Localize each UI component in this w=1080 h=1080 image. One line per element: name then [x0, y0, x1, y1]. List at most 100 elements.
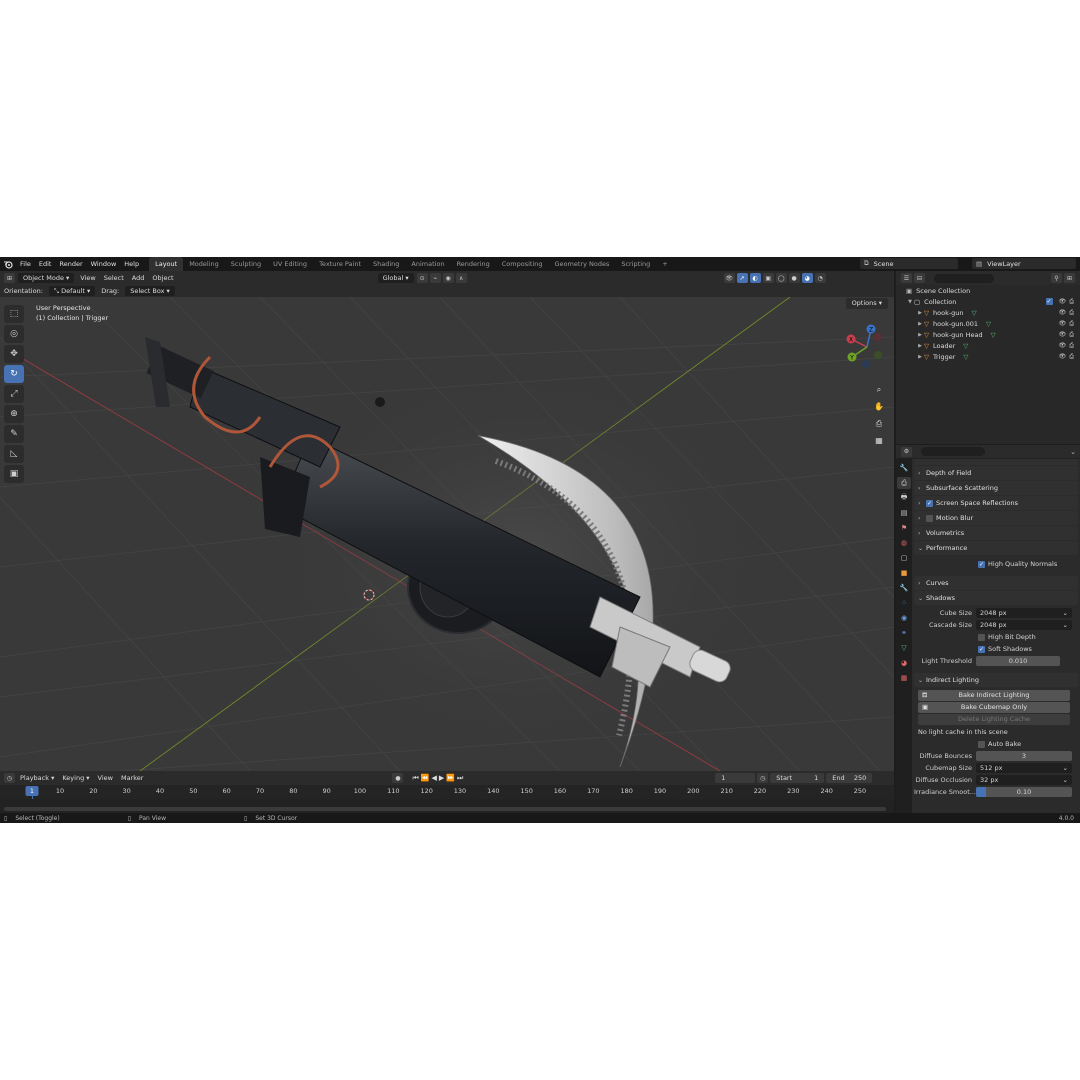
- eye-icon[interactable]: 👁: [1059, 309, 1067, 317]
- eye-icon[interactable]: 👁: [1059, 342, 1067, 350]
- properties-collapse-icon[interactable]: ⌄: [1070, 448, 1076, 456]
- menu-render[interactable]: Render: [55, 257, 86, 271]
- indirect-lighting-panel-header[interactable]: ⌄ Indirect Lighting: [914, 673, 1078, 687]
- menu-file[interactable]: File: [16, 257, 35, 271]
- blender-logo-icon[interactable]: [0, 257, 16, 271]
- menu-select[interactable]: Select: [100, 272, 128, 284]
- properties-search-input[interactable]: [921, 447, 985, 456]
- tool-tab-icon[interactable]: 🔧: [897, 462, 911, 474]
- expand-caret-icon[interactable]: ▶: [916, 321, 924, 327]
- high-quality-normals-row[interactable]: ✓ High Quality Normals: [914, 556, 1078, 572]
- menu-marker[interactable]: Marker: [117, 772, 147, 784]
- material-shading-icon[interactable]: ◕: [801, 273, 813, 283]
- eye-icon[interactable]: 👁: [1059, 353, 1067, 361]
- particles-tab-icon[interactable]: ⁘: [897, 597, 911, 609]
- mesh-data-icon[interactable]: ▽: [963, 342, 968, 350]
- light-threshold-field[interactable]: 0.010: [976, 656, 1060, 666]
- menu-help[interactable]: Help: [120, 257, 143, 271]
- property-panel-header[interactable]: › Subsurface Scattering: [914, 481, 1078, 495]
- snap-icon[interactable]: ⌁: [429, 273, 441, 283]
- menu-playback[interactable]: Playback ▾: [16, 772, 58, 784]
- add-cube-tool[interactable]: ▣: [4, 465, 24, 483]
- menu-add[interactable]: Add: [128, 272, 149, 284]
- collection-caret-icon[interactable]: ▼: [906, 299, 914, 305]
- expand-caret-icon[interactable]: ▶: [916, 310, 924, 316]
- tab-scripting[interactable]: Scripting: [615, 257, 656, 271]
- transform-orientation-dropdown[interactable]: Global ▾: [377, 273, 414, 283]
- orientation-dropdown[interactable]: ⤡ Default ▾: [48, 286, 96, 296]
- cubemap-size-dropdown[interactable]: 512 px ⌄: [976, 763, 1072, 773]
- move-tool[interactable]: ✥: [4, 345, 24, 363]
- falloff-icon[interactable]: ∧: [455, 273, 467, 283]
- constraints-tab-icon[interactable]: ⚭: [897, 627, 911, 639]
- menu-keying[interactable]: Keying ▾: [58, 772, 93, 784]
- outliner-object-row[interactable]: ▶ ▽ Loader ▽ 👁 ⎙: [896, 340, 1080, 351]
- menu-view[interactable]: View: [76, 272, 99, 284]
- property-panel-header[interactable]: › Motion Blur: [914, 511, 1078, 525]
- gizmo-icon[interactable]: ↗: [736, 273, 748, 283]
- editor-type-icon[interactable]: ⊞: [4, 273, 15, 283]
- diffuse-bounces-field[interactable]: 3: [976, 751, 1072, 761]
- scene-selector[interactable]: ⧉ Scene: [860, 258, 958, 269]
- menu-window[interactable]: Window: [87, 257, 121, 271]
- axis-gizmo[interactable]: X Y Z: [840, 317, 890, 377]
- mesh-data-icon[interactable]: ▽: [963, 353, 968, 361]
- timeline-ruler[interactable]: 1 10 20 30 40 50 60 70 80 90 100 110 120 130 140 150 16…: [0, 785, 894, 816]
- visibility-icon[interactable]: 👁: [723, 273, 735, 283]
- tab-shading[interactable]: Shading: [367, 257, 405, 271]
- timeline-scrollbar[interactable]: [4, 807, 886, 811]
- modifier-tab-icon[interactable]: 🔧: [897, 582, 911, 594]
- outliner-search-input[interactable]: [934, 273, 994, 283]
- solid-shading-icon[interactable]: ●: [788, 273, 800, 283]
- eye-icon[interactable]: 👁: [1059, 298, 1067, 306]
- material-tab-icon[interactable]: ◕: [897, 657, 911, 669]
- render-camera-icon[interactable]: ⎙: [1069, 342, 1074, 350]
- eye-icon[interactable]: 👁: [1059, 331, 1067, 339]
- auto-bake-checkbox[interactable]: [978, 740, 985, 748]
- render-tab-icon[interactable]: ⎙: [897, 477, 911, 489]
- high-bit-depth-row[interactable]: High Bit Depth: [914, 631, 1078, 643]
- tab-modeling[interactable]: Modeling: [183, 257, 225, 271]
- diffuse-occlusion-dropdown[interactable]: 32 px ⌄: [976, 775, 1072, 785]
- wireframe-shading-icon[interactable]: ◯: [775, 273, 787, 283]
- mode-dropdown[interactable]: Object Mode ▾: [18, 273, 75, 283]
- shadows-panel-header[interactable]: ⌄ Shadows: [914, 591, 1078, 605]
- tab-uv-editing[interactable]: UV Editing: [267, 257, 313, 271]
- render-camera-icon[interactable]: ⎙: [1069, 320, 1074, 328]
- tab-compositing[interactable]: Compositing: [496, 257, 549, 271]
- properties-editor-icon[interactable]: ⚙: [901, 446, 912, 457]
- drag-dropdown[interactable]: Select Box ▾: [125, 286, 175, 296]
- xray-icon[interactable]: ▣: [762, 273, 774, 283]
- outliner-object-row[interactable]: ▶ ▽ hook-gun Head ▽ 👁 ⎙: [896, 329, 1080, 340]
- tab-sculpting[interactable]: Sculpting: [225, 257, 267, 271]
- 3d-viewport[interactable]: User Perspective (1) Collection | Trigge…: [0, 297, 894, 771]
- high-quality-normals-checkbox[interactable]: ✓: [978, 560, 985, 568]
- menu-timeline-view[interactable]: View: [94, 772, 117, 784]
- texture-tab-icon[interactable]: ▦: [897, 672, 911, 684]
- record-icon[interactable]: ●: [392, 773, 404, 783]
- scale-tool[interactable]: ⤢: [4, 385, 24, 403]
- zoom-icon[interactable]: ⌕: [872, 381, 886, 398]
- collection-tab-icon[interactable]: ▢: [897, 552, 911, 564]
- view-layer-tab-icon[interactable]: ▤: [897, 507, 911, 519]
- outliner-object-row[interactable]: ▶ ▽ hook-gun ▽ 👁 ⎙: [896, 307, 1080, 318]
- eye-icon[interactable]: 👁: [1059, 320, 1067, 328]
- proportional-edit-icon[interactable]: ◉: [442, 273, 454, 283]
- timeline-editor-icon[interactable]: ◷: [4, 773, 15, 783]
- end-frame-field[interactable]: End 250: [826, 773, 873, 783]
- add-workspace-button[interactable]: +: [656, 257, 673, 271]
- mesh-data-icon[interactable]: ▽: [986, 320, 991, 328]
- soft-shadows-row[interactable]: ✓ Soft Shadows: [914, 643, 1078, 655]
- property-panel-header[interactable]: › Volumetrics: [914, 526, 1078, 540]
- options-dropdown[interactable]: Options ▾: [845, 298, 888, 309]
- new-collection-icon[interactable]: ⊞: [1064, 273, 1075, 283]
- scene-tab-icon[interactable]: ⚑: [897, 522, 911, 534]
- annotate-tool[interactable]: ✎: [4, 425, 24, 443]
- tab-geometry-nodes[interactable]: Geometry Nodes: [549, 257, 616, 271]
- expand-caret-icon[interactable]: ▶: [916, 354, 924, 360]
- select-box-tool[interactable]: ⬚: [4, 305, 24, 323]
- delete-lighting-cache-button[interactable]: Delete Lighting Cache: [918, 714, 1070, 725]
- rendered-shading-icon[interactable]: ◔: [814, 273, 826, 283]
- panel-enable-checkbox[interactable]: [926, 514, 933, 522]
- world-tab-icon[interactable]: ◍: [897, 537, 911, 549]
